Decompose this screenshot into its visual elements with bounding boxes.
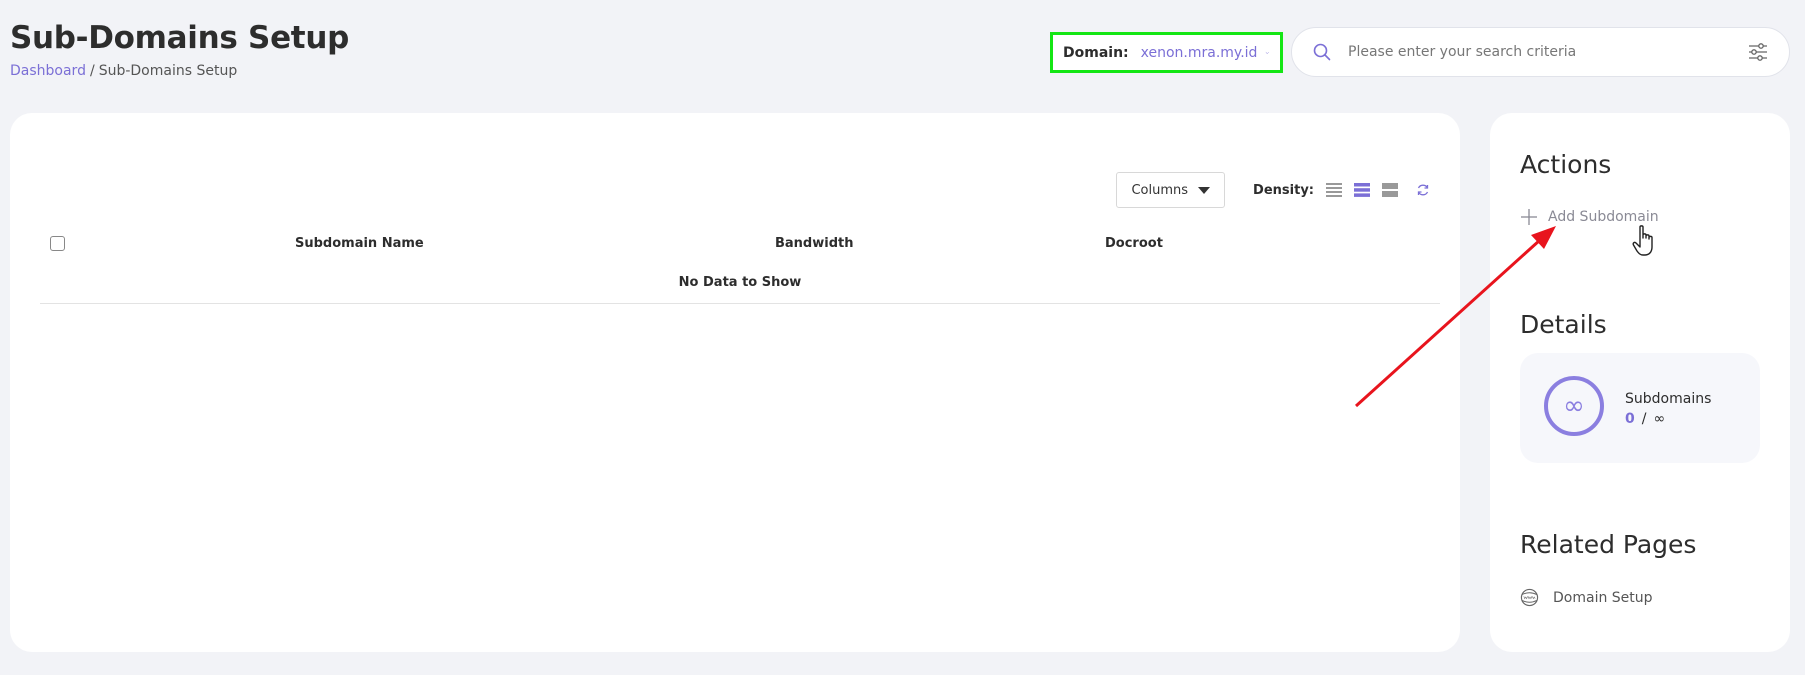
quota-separator: / (1641, 411, 1647, 427)
sidebar-card: Actions Add Subdomain Details ∞ Subdomai… (1490, 113, 1790, 652)
density-compact-icon[interactable] (1326, 182, 1342, 198)
breadcrumb: Dashboard / Sub-Domains Setup (10, 63, 237, 79)
filter-sliders-icon[interactable] (1747, 41, 1769, 63)
domain-setup-link-label: Domain Setup (1553, 589, 1653, 606)
table-toolbar: Columns Density: (1116, 172, 1430, 208)
details-heading: Details (1520, 310, 1607, 339)
columns-button[interactable]: Columns (1116, 172, 1226, 208)
quota-limit: ∞ (1653, 411, 1666, 427)
quota-used: 0 (1625, 411, 1635, 427)
add-subdomain-label: Add Subdomain (1548, 209, 1659, 225)
empty-table-message: No Data to Show (40, 275, 1440, 304)
refresh-icon[interactable] (1416, 183, 1430, 197)
density-standard-icon[interactable] (1354, 182, 1370, 198)
plus-icon (1521, 209, 1537, 225)
breadcrumb-current: Sub-Domains Setup (98, 63, 238, 79)
quota-count: 0 / ∞ (1625, 411, 1665, 427)
breadcrumb-separator: / (89, 63, 95, 79)
quota-label: Subdomains (1625, 391, 1712, 407)
page: Sub-Domains Setup Dashboard / Sub-Domains … (0, 0, 1805, 675)
subdomains-quota-card: ∞ Subdomains 0 / ∞ (1520, 353, 1760, 463)
breadcrumb-dashboard-link[interactable]: Dashboard (10, 63, 86, 79)
domain-selector-label: Domain: (1063, 44, 1129, 61)
density-label: Density: (1253, 182, 1314, 198)
hand-cursor-icon (1632, 225, 1653, 256)
search-icon[interactable] (1312, 42, 1332, 62)
density-comfortable-icon[interactable] (1382, 182, 1398, 198)
search-bar (1291, 27, 1790, 77)
select-all-checkbox[interactable] (50, 236, 65, 251)
table-header-row: Subdomain Name Bandwidth Docroot (40, 233, 1440, 257)
column-header-docroot[interactable]: Docroot (1105, 236, 1163, 251)
column-header-bandwidth[interactable]: Bandwidth (775, 236, 853, 251)
search-input[interactable] (1348, 44, 1747, 60)
www-globe-icon (1520, 588, 1539, 607)
chevron-down-icon (1266, 51, 1270, 54)
related-pages-heading: Related Pages (1520, 530, 1697, 559)
columns-button-label: Columns (1131, 182, 1189, 198)
domain-selector-value: xenon.mra.my.id (1140, 44, 1258, 61)
caret-down-icon (1198, 186, 1211, 194)
actions-heading: Actions (1520, 150, 1612, 179)
domain-selector[interactable]: Domain: xenon.mra.my.id (1050, 32, 1283, 73)
column-header-subdomain-name[interactable]: Subdomain Name (295, 236, 424, 251)
page-title: Sub-Domains Setup (10, 20, 349, 56)
infinity-icon: ∞ (1544, 376, 1604, 436)
subdomains-table-card: Columns Density: Subdomain Name Bandwidt… (10, 113, 1460, 652)
domain-setup-link[interactable]: Domain Setup (1520, 588, 1653, 607)
